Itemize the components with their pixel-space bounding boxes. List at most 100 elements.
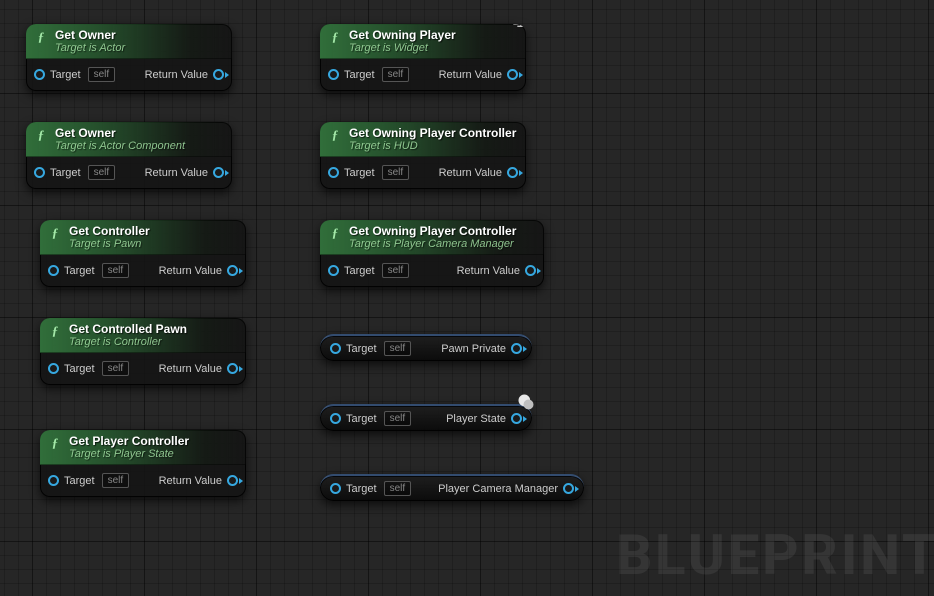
node-subtitle: Target is Pawn (69, 238, 150, 250)
node-subtitle: Target is Actor Component (55, 140, 185, 152)
node-subtitle: Target is Actor (55, 42, 125, 54)
node-header[interactable]: ƒGet ControllerTarget is Pawn (40, 220, 246, 255)
pin-label: Target (341, 413, 382, 425)
pin-socket[interactable] (330, 343, 341, 354)
function-icon: ƒ (328, 226, 342, 240)
pin-label: Player Camera Manager (433, 483, 563, 495)
node-title: Get Controlled Pawn (69, 323, 187, 336)
pin-label: Target (59, 265, 100, 277)
blueprint-function-node[interactable]: ƒGet Player ControllerTarget is Player S… (40, 430, 246, 497)
pin-label: Target (339, 167, 380, 179)
pin-socket[interactable] (511, 413, 522, 424)
pin-label: Target (341, 483, 382, 495)
blueprint-function-node[interactable]: ƒGet Owning Player ControllerTarget is P… (320, 220, 544, 287)
node-body: Targetself Return Value (26, 59, 232, 91)
input-pin[interactable]: Targetself (34, 165, 115, 180)
node-header[interactable]: ƒGet Owning PlayerTarget is Widget (320, 24, 526, 59)
pin-label: Return Value (154, 265, 227, 277)
pin-label: Return Value (154, 475, 227, 487)
pin-socket[interactable] (507, 69, 518, 80)
input-pin[interactable]: Targetself (328, 67, 409, 82)
node-subtitle: Target is Controller (69, 336, 187, 348)
output-pin[interactable]: Return Value (140, 167, 224, 179)
pin-label: Target (59, 363, 100, 375)
blueprint-function-node[interactable]: ƒ Get Controlled PawnTarget is Controller… (40, 318, 246, 385)
input-pin[interactable]: Targetself (48, 263, 129, 278)
pin-label: Target (45, 69, 86, 81)
input-pin[interactable]: Targetself (328, 263, 409, 278)
blueprint-function-node[interactable]: ƒGet ControllerTarget is Pawn Targetself R… (40, 220, 246, 287)
self-badge: self (384, 481, 412, 496)
pin-socket[interactable] (213, 69, 224, 80)
blueprint-variable-node[interactable]: Targetself Player Camera Manager (320, 474, 584, 501)
node-header[interactable]: ƒ Get Controlled PawnTarget is Controller (40, 318, 246, 353)
output-pin[interactable]: Return Value (140, 69, 224, 81)
output-pin[interactable]: Return Value (452, 265, 536, 277)
pin-socket[interactable] (227, 363, 238, 374)
pin-label: Return Value (154, 363, 227, 375)
input-pin[interactable]: Targetself (330, 411, 411, 426)
pin-socket[interactable] (48, 475, 59, 486)
node-body: Targetself Return Value (40, 465, 246, 497)
output-pin[interactable]: Return Value (154, 475, 238, 487)
pin-socket[interactable] (563, 483, 574, 494)
input-pin[interactable]: Targetself (330, 341, 411, 356)
node-subtitle: Target is Player State (69, 448, 189, 460)
self-badge: self (382, 263, 410, 278)
blueprint-function-node[interactable]: ƒGet OwnerTarget is Actor ComponentTarge… (26, 122, 232, 189)
pin-label: Player State (441, 413, 511, 425)
input-pin[interactable]: Targetself (34, 67, 115, 82)
blueprint-variable-node[interactable]: Targetself Player State (320, 404, 532, 431)
blueprint-function-node[interactable]: ƒGet Owning PlayerTarget is Widget Target… (320, 24, 526, 91)
node-header[interactable]: ƒGet Player ControllerTarget is Player S… (40, 430, 246, 465)
pin-socket[interactable] (511, 343, 522, 354)
blueprint-function-node[interactable]: ƒ Get OwnerTarget is Actor Targetself Retur… (26, 24, 232, 91)
node-header[interactable]: ƒGet OwnerTarget is Actor Component (26, 122, 232, 157)
node-title: Get Owner (55, 29, 125, 42)
node-header[interactable]: ƒGet Owning Player ControllerTarget is P… (320, 220, 544, 255)
node-body: Targetself Return Value (26, 157, 232, 189)
output-pin[interactable]: Return Value (434, 69, 518, 81)
input-pin[interactable]: Targetself (48, 361, 129, 376)
node-header[interactable]: ƒGet Owning Player ControllerTarget is H… (320, 122, 526, 157)
pin-label: Target (339, 69, 380, 81)
input-pin[interactable]: Targetself (48, 473, 129, 488)
pin-socket[interactable] (227, 265, 238, 276)
function-icon: ƒ (48, 324, 62, 338)
node-subtitle: Target is Player Camera Manager (349, 238, 516, 250)
pin-socket[interactable] (328, 265, 339, 276)
output-pin[interactable]: Player Camera Manager (433, 483, 574, 495)
input-pin[interactable]: Targetself (330, 481, 411, 496)
pin-socket[interactable] (213, 167, 224, 178)
pin-socket[interactable] (330, 413, 341, 424)
pin-socket[interactable] (507, 167, 518, 178)
pin-socket[interactable] (227, 475, 238, 486)
output-pin[interactable]: Player State (441, 413, 522, 425)
blueprint-variable-node[interactable]: Targetself Pawn Private (320, 334, 532, 361)
pin-socket[interactable] (330, 483, 341, 494)
pin-socket[interactable] (34, 69, 45, 80)
pin-socket[interactable] (48, 265, 59, 276)
output-pin[interactable]: Return Value (154, 363, 238, 375)
self-badge: self (102, 263, 130, 278)
output-pin[interactable]: Return Value (434, 167, 518, 179)
node-subtitle: Target is HUD (349, 140, 516, 152)
function-icon: ƒ (328, 128, 342, 142)
function-icon: ƒ (48, 226, 62, 240)
blueprint-function-node[interactable]: ƒGet Owning Player ControllerTarget is H… (320, 122, 526, 189)
pin-socket[interactable] (328, 69, 339, 80)
pin-socket[interactable] (525, 265, 536, 276)
function-icon: ƒ (34, 128, 48, 142)
output-pin[interactable]: Return Value (154, 265, 238, 277)
self-badge: self (88, 67, 116, 82)
node-body: Targetself Return Value (40, 255, 246, 287)
input-pin[interactable]: Targetself (328, 165, 409, 180)
output-pin[interactable]: Pawn Private (436, 343, 522, 355)
pin-socket[interactable] (48, 363, 59, 374)
node-body: Targetself Return Value (320, 255, 544, 287)
pin-socket[interactable] (328, 167, 339, 178)
pin-socket[interactable] (34, 167, 45, 178)
function-icon: ƒ (34, 30, 48, 44)
pin-label: Return Value (434, 69, 507, 81)
node-header[interactable]: ƒ Get OwnerTarget is Actor (26, 24, 232, 59)
